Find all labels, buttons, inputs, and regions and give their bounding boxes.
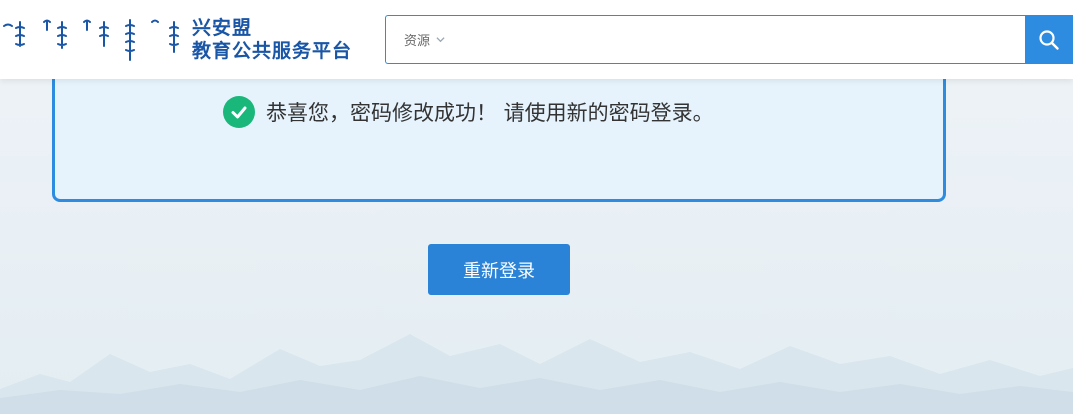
brand-title: 兴安盟 (192, 17, 253, 39)
top-header: 兴安盟 教育公共服务平台 资源 (0, 0, 1073, 79)
search-icon (1039, 29, 1059, 50)
relogin-button[interactable]: 重新登录 (428, 244, 570, 295)
search-box: 资源 (385, 15, 1026, 64)
mongolian-script-logo (3, 19, 179, 61)
brand-subtitle: 教育公共服务平台 (192, 40, 353, 62)
search-bar: 资源 (385, 15, 1073, 64)
search-scope-label: 资源 (404, 34, 431, 49)
mountain-background (0, 334, 1073, 414)
search-input[interactable] (456, 24, 1020, 56)
check-circle-icon (223, 96, 255, 128)
success-message-row: 恭喜您，密码修改成功！ 请使用新的密码登录。 (223, 96, 714, 128)
chevron-down-icon (436, 37, 445, 43)
search-button[interactable] (1025, 15, 1073, 64)
search-scope-select[interactable]: 资源 (404, 30, 445, 49)
platform-logo[interactable]: 兴安盟 教育公共服务平台 (0, 8, 370, 68)
success-message: 恭喜您，密码修改成功！ 请使用新的密码登录。 (266, 101, 714, 125)
